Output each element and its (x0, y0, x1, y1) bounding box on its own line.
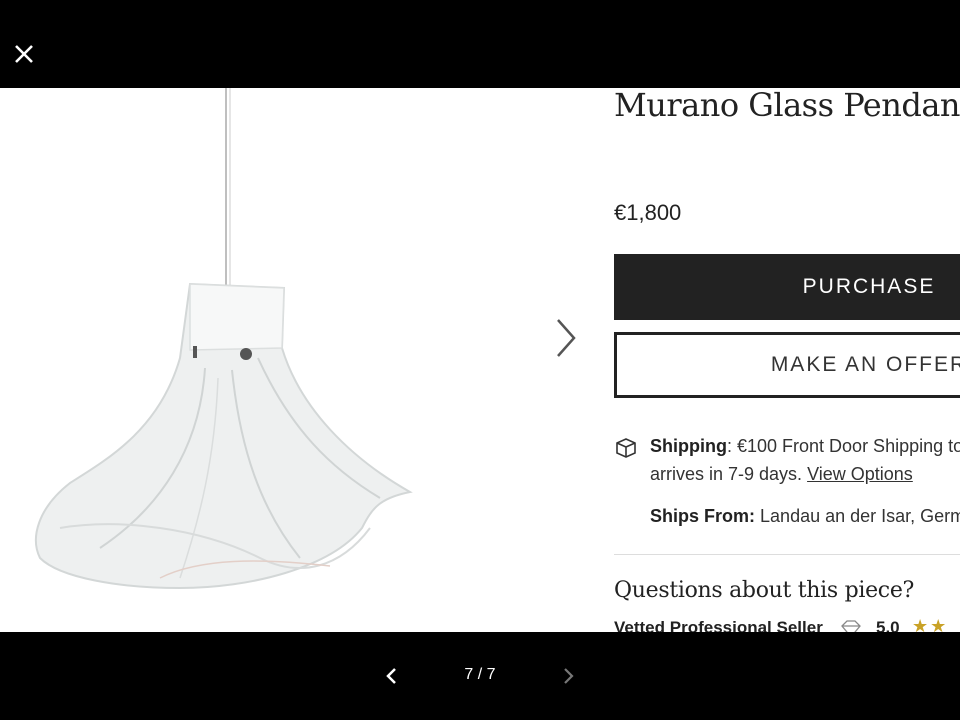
shipping-text: : €100 Front Door Shipping to (726, 436, 960, 456)
pendant-lamp-illustration (35, 88, 413, 590)
shipping-label: Shipping (650, 436, 727, 456)
close-icon (15, 45, 33, 63)
shipping-arrival: arrives in 7-9 days. View Options (650, 464, 913, 485)
arrival-text: arrives in 7-9 days. (650, 464, 803, 484)
view-options-link[interactable]: View Options (807, 464, 913, 484)
ships-from-label: Ships From: (650, 506, 756, 526)
chevron-right-icon (564, 668, 574, 684)
chevron-left-icon (386, 668, 396, 684)
questions-heading: Questions about this piece? (614, 578, 915, 603)
divider (614, 554, 960, 555)
seller-label: Vetted Professional Seller (614, 618, 823, 632)
product-view: Murano Glass Pendant Light, 1970s €1,800… (0, 88, 960, 632)
shipping-info: Shipping: €100 Front Door Shipping to (650, 436, 960, 457)
product-price: €1,800 (614, 200, 682, 225)
make-offer-button[interactable]: MAKE AN OFFER (614, 332, 960, 398)
previous-image-button[interactable] (380, 664, 404, 688)
product-title: Murano Glass Pendant Light, 1970s (614, 88, 960, 124)
next-image-bottom-button[interactable] (556, 664, 580, 688)
chevron-right-icon (557, 319, 576, 357)
diamond-icon (841, 620, 861, 632)
image-counter: 7 / 7 (464, 666, 496, 683)
next-image-button[interactable] (548, 316, 580, 360)
star-icon: ★★ (912, 616, 949, 632)
product-details: Murano Glass Pendant Light, 1970s €1,800… (614, 88, 960, 632)
ships-from: Ships From: Landau an der Isar, Germa (650, 506, 960, 527)
box-icon (616, 438, 636, 458)
ships-from-value: Landau an der Isar, Germa (760, 506, 960, 526)
top-bar (0, 0, 960, 88)
seller-rating: 5.0 (876, 618, 900, 632)
purchase-button[interactable]: PURCHASE (614, 254, 960, 320)
product-image (0, 88, 590, 632)
close-button[interactable] (10, 40, 38, 68)
